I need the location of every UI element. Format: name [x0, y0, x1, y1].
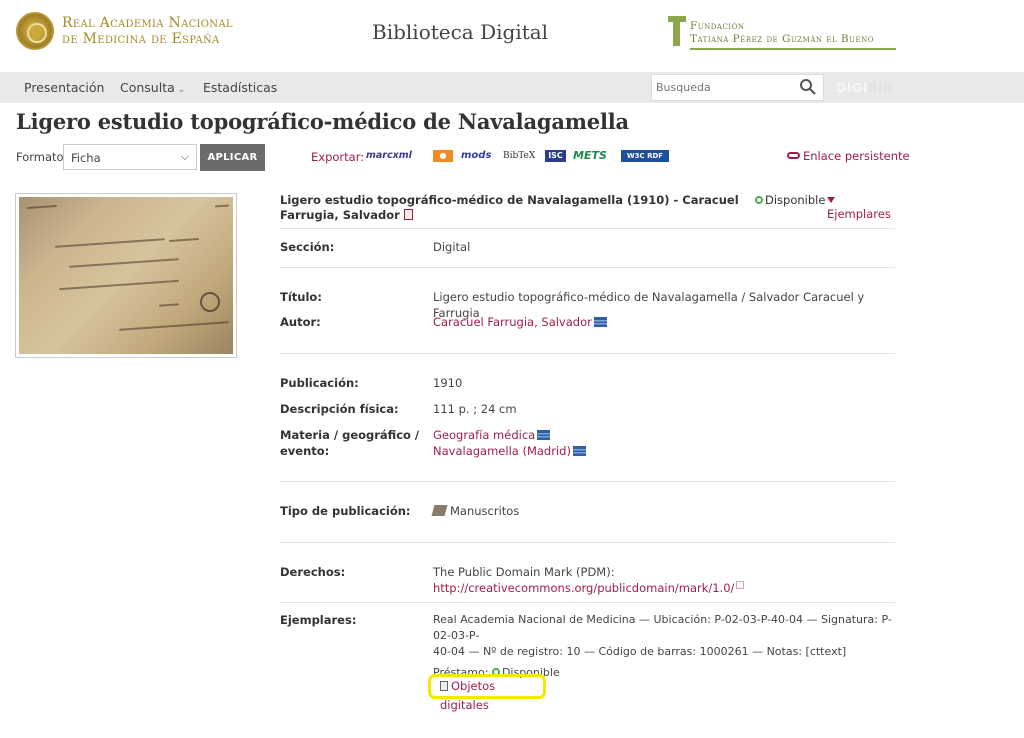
fund-name-line2: Tatiana Pérez de Guzmán el Bueno [690, 33, 875, 45]
divider [280, 602, 895, 603]
seccion-value: Digital [433, 240, 471, 254]
autor-link[interactable]: Caracuel Farrugia, Salvador [433, 315, 592, 329]
titulo-label: Título: [280, 290, 322, 304]
nav-consulta-label: Consulta [120, 80, 175, 95]
academy-seal-icon [16, 12, 54, 50]
export-rdf-icon[interactable]: W3C RDF [621, 150, 669, 162]
document-icon [440, 681, 448, 691]
nav-consulta[interactable]: Consulta ⌄ [120, 80, 185, 95]
descripcion-label: Descripción física: [280, 402, 399, 416]
divider [280, 353, 895, 354]
catalog-search-icon[interactable] [537, 430, 551, 440]
export-mets-icon[interactable]: METS [573, 150, 607, 162]
ejemplares-value: Real Academia Nacional de Medicina — Ubi… [433, 613, 892, 679]
divider [280, 267, 895, 268]
chevron-down-icon: ⌄ [177, 85, 186, 95]
record-title: Ligero estudio topográfico-médico de Nav… [280, 193, 739, 222]
availability-status: Disponible [755, 193, 825, 207]
objetos-digitales-link[interactable]: Objetos digitales [428, 674, 546, 712]
catalog-search-icon[interactable] [593, 317, 607, 327]
derechos-label: Derechos: [280, 565, 346, 579]
catalog-search-icon[interactable] [572, 446, 586, 456]
ranm-name-line2: de Medicina de España [62, 31, 220, 47]
export-bibtex-icon[interactable]: BibTeX [503, 150, 535, 162]
formato-select[interactable]: Ficha ⌵ [63, 144, 197, 170]
manuscript-cover-thumbnail[interactable] [15, 193, 237, 358]
publicacion-value: 1910 [433, 376, 463, 390]
divider [280, 481, 895, 482]
derechos-link[interactable]: http://creativecommons.org/publicdomain/… [433, 581, 734, 595]
derechos-text: The Public Domain Mark (PDM): [433, 565, 615, 579]
exportar-label: Exportar: [311, 150, 365, 164]
site-header: Real Academia Nacional de Medicina de Es… [0, 0, 1024, 70]
tipo-value: Manuscritos [450, 504, 520, 518]
search-icon[interactable] [799, 78, 817, 96]
materia-label: Materia / geográfico / evento: [280, 428, 420, 458]
search-input[interactable] [652, 75, 792, 100]
nav-presentacion[interactable]: Presentación [24, 80, 104, 95]
autor-label: Autor: [280, 315, 321, 329]
ranm-logo[interactable]: Real Academia Nacional de Medicina de Es… [16, 12, 233, 50]
enlace-persistente-link[interactable]: Enlace persistente [787, 149, 910, 163]
materia-link-navalagamella[interactable]: Navalagamella (Madrid) [433, 444, 571, 458]
document-icon[interactable] [403, 209, 413, 220]
triangle-down-icon [827, 197, 835, 203]
record-heading: Ligero estudio topográfico-médico de Nav… [280, 193, 895, 227]
export-isc-icon[interactable]: ISC [545, 150, 566, 162]
formato-label: Formato: [16, 150, 68, 164]
site-title: Biblioteca Digital [372, 20, 549, 44]
descripcion-value: 111 p. ; 24 cm [433, 402, 517, 416]
divider [280, 228, 895, 229]
fundacion-logo[interactable]: Fundación Tatiana Pérez de Guzmán el Bue… [664, 14, 896, 50]
aplicar-button[interactable]: APLICAR [200, 144, 265, 171]
formato-selected-value: Ficha [71, 151, 101, 165]
ranm-name-line1: Real Academia Nacional [62, 15, 233, 31]
fundacion-t-icon [664, 14, 688, 50]
page-title: Ligero estudio topográfico-médico de Nav… [16, 109, 629, 134]
export-marcxml-icon[interactable]: marcxml [366, 150, 412, 162]
ejemplares-toggle[interactable]: Ejemplares [827, 193, 895, 221]
fund-name-line1: Fundación [690, 20, 745, 32]
manuscript-icon [431, 505, 448, 516]
publicacion-label: Publicación: [280, 376, 359, 390]
export-rss-icon[interactable]: ● [433, 150, 453, 162]
tipo-label: Tipo de publicación: [280, 504, 411, 518]
materia-link-geografia[interactable]: Geografía médica [433, 428, 535, 442]
ejemplares-label: Ejemplares: [280, 613, 357, 627]
digibib-logo: DIGIBIB [836, 80, 894, 95]
enlace-label: Enlace persistente [803, 149, 910, 163]
nav-estadisticas[interactable]: Estadísticas [203, 80, 277, 95]
chevron-down-icon: ⌵ [180, 150, 189, 163]
link-icon [787, 152, 800, 159]
seccion-label: Sección: [280, 240, 335, 254]
available-dot-icon [755, 196, 763, 204]
export-mods-icon[interactable]: mods [461, 150, 491, 162]
divider [280, 542, 895, 543]
search-box [651, 74, 824, 101]
external-link-icon [736, 581, 745, 589]
